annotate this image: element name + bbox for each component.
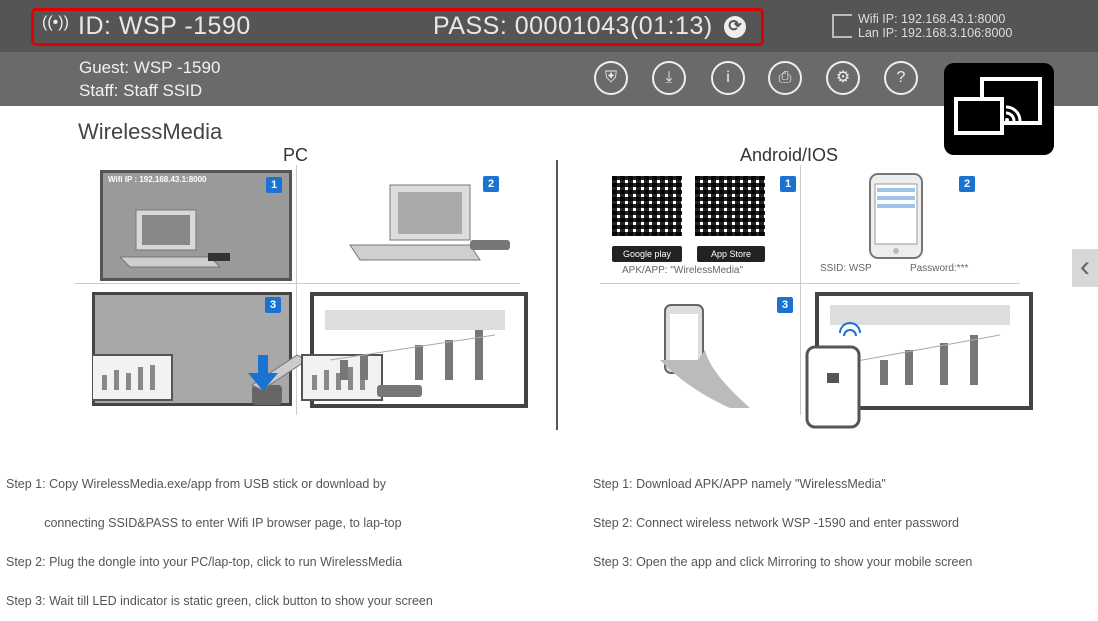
download-icon[interactable]: ⤓ [652, 61, 686, 95]
step-badge-3: 3 [265, 297, 281, 313]
laptop-illustration-2 [349, 184, 510, 261]
phone-mirror-illustration [805, 345, 861, 429]
pc-chart-illustration [325, 310, 505, 380]
refresh-icon[interactable]: ⟳ [724, 16, 746, 38]
section-divider [556, 160, 558, 430]
mobile-step-badge-1: 1 [780, 176, 796, 192]
pc-screen-wifi-label: Wifi IP : 192.168.43.1:8000 [108, 175, 207, 184]
mobile-step-badge-3: 3 [777, 297, 793, 313]
mobile-section-title: Android/IOS [740, 145, 839, 165]
shield-icon[interactable]: ⛨ [594, 61, 628, 95]
phone-wifi-settings-illustration [869, 173, 923, 259]
ssid-info: Guest: WSP -1590 Staff: Staff SSID [79, 56, 220, 102]
cast-logo [944, 63, 1054, 155]
network-icon [832, 14, 852, 38]
mobile-grid-vline [800, 165, 801, 415]
mobile-steps: Step 1: Download APK/APP namely "Wireles… [593, 452, 972, 582]
laptop-illustration-1 [120, 209, 230, 268]
lan-ip: Lan IP: 192.168.3.106:8000 [858, 26, 1013, 40]
ssid-caption: SSID: WSP [820, 263, 872, 274]
pc-step-3: Step 3: Wait till LED indicator is stati… [6, 594, 433, 608]
wifi-signal-icon: ((•)) [42, 14, 69, 31]
ios-qr-code [695, 176, 765, 236]
printer-icon[interactable]: ⎙ [768, 61, 802, 95]
pc-step-1: Step 1: Copy WirelessMedia.exe/app from … [6, 477, 387, 491]
mobile-step-3: Step 3: Open the app and click Mirroring… [593, 555, 973, 569]
mobile-step-2: Step 2: Connect wireless network WSP -15… [593, 516, 959, 530]
mobile-grid-hline [600, 283, 1020, 284]
mobile-step-1: Step 1: Download APK/APP namely "Wireles… [593, 477, 886, 491]
step-badge-1: 1 [266, 177, 282, 193]
hand-phone-illustration [660, 304, 750, 408]
back-arrow-icon[interactable]: ‹ [1072, 249, 1098, 287]
android-qr-code [612, 176, 682, 236]
pc-steps: Step 1: Copy WirelessMedia.exe/app from … [6, 452, 433, 621]
app-title: WirelessMedia [78, 119, 223, 144]
pc-grid-hline [75, 283, 520, 284]
screen-cast-icon [954, 77, 1042, 135]
device-pass: PASS: 00001043(01:13) [433, 12, 713, 40]
ip-info: Wifi IP: 192.168.43.1:8000 Lan IP: 192.1… [858, 12, 1012, 40]
pc-step-1-cont: connecting SSID&PASS to enter Wifi IP br… [6, 516, 402, 530]
settings-icon[interactable]: ⚙ [826, 61, 860, 95]
down-arrow-icon [248, 355, 278, 391]
password-caption: Password:*** [910, 263, 969, 274]
apk-caption: APK/APP: "WirelessMedia" [622, 265, 744, 276]
info-icon[interactable]: i [711, 61, 745, 95]
mobile-step-badge-2: 2 [959, 176, 975, 192]
step-badge-2: 2 [483, 176, 499, 192]
help-icon[interactable]: ? [884, 61, 918, 95]
wifi-ip: Wifi IP: 192.168.43.1:8000 [858, 12, 1006, 26]
staff-ssid: Staff: Staff SSID [79, 81, 203, 100]
pc-section-title: PC [283, 145, 309, 165]
guest-ssid: Guest: WSP -1590 [79, 58, 221, 77]
google-play-badge[interactable]: Google play [612, 246, 682, 262]
pc-step-2: Step 2: Plug the dongle into your PC/lap… [6, 555, 403, 569]
device-id: ID: WSP -1590 [78, 12, 251, 40]
app-store-badge[interactable]: App Store [697, 246, 765, 262]
